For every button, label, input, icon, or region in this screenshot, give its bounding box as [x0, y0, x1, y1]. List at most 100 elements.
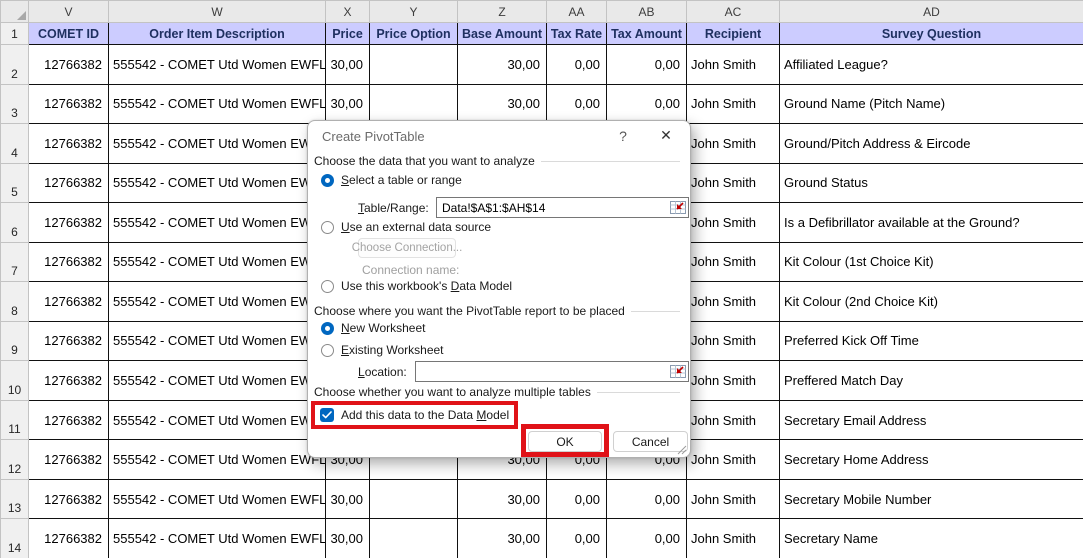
- cell-AC3[interactable]: John Smith: [687, 84, 780, 124]
- cell-X13[interactable]: 30,00: [326, 479, 370, 519]
- select-all-corner[interactable]: [1, 1, 29, 23]
- row-header-4[interactable]: 4: [1, 124, 29, 164]
- radio-selected-icon[interactable]: [321, 322, 334, 335]
- cell-AD9[interactable]: Preferred Kick Off Time: [780, 321, 1083, 361]
- cell-V6[interactable]: 12766382: [29, 203, 109, 243]
- cell-AB3[interactable]: 0,00: [607, 84, 687, 124]
- close-icon[interactable]: ✕: [656, 127, 676, 144]
- choose-connection-button[interactable]: Choose Connection...: [358, 238, 456, 258]
- row-header-3[interactable]: 3: [1, 84, 29, 124]
- cell-X3[interactable]: 30,00: [326, 84, 370, 124]
- row-header-9[interactable]: 9: [1, 321, 29, 361]
- cell-AC11[interactable]: John Smith: [687, 400, 780, 440]
- cell-Z13[interactable]: 30,00: [458, 479, 547, 519]
- table-range-input[interactable]: Data!$A$1:$AH$14: [436, 197, 689, 218]
- cell-AD10[interactable]: Preffered Match Day: [780, 361, 1083, 401]
- cell-W12[interactable]: 555542 - COMET Utd Women EWFL: [109, 440, 326, 480]
- cell-W4[interactable]: 555542 - COMET Utd Women EWFL: [109, 124, 326, 164]
- cell-AC6[interactable]: John Smith: [687, 203, 780, 243]
- cell-AC12[interactable]: John Smith: [687, 440, 780, 480]
- column-header-V[interactable]: V: [29, 1, 109, 23]
- column-header-AA[interactable]: AA: [547, 1, 607, 23]
- cell-Z14[interactable]: 30,00: [458, 519, 547, 558]
- column-header-Z[interactable]: Z: [458, 1, 547, 23]
- radio-selected-icon[interactable]: [321, 174, 334, 187]
- cell-W7[interactable]: 555542 - COMET Utd Women EWFL: [109, 242, 326, 282]
- cell-AC10[interactable]: John Smith: [687, 361, 780, 401]
- cell-AA2[interactable]: 0,00: [547, 45, 607, 85]
- cell-W5[interactable]: 555542 - COMET Utd Women EWFL: [109, 163, 326, 203]
- cell-V12[interactable]: 12766382: [29, 440, 109, 480]
- cell-AD13[interactable]: Secretary Mobile Number: [780, 479, 1083, 519]
- cell-V14[interactable]: 12766382: [29, 519, 109, 558]
- column-header-AB[interactable]: AB: [607, 1, 687, 23]
- cell-AD7[interactable]: Kit Colour (1st Choice Kit): [780, 242, 1083, 282]
- cell-AD6[interactable]: Is a Defibrillator available at the Grou…: [780, 203, 1083, 243]
- checkbox-checked-icon[interactable]: [320, 408, 334, 422]
- cell-AA13[interactable]: 0,00: [547, 479, 607, 519]
- column-header-X[interactable]: X: [326, 1, 370, 23]
- cell-AD5[interactable]: Ground Status: [780, 163, 1083, 203]
- radio-unselected-icon[interactable]: [321, 221, 334, 234]
- cell-Y13[interactable]: [370, 479, 458, 519]
- cell-V7[interactable]: 12766382: [29, 242, 109, 282]
- cell-V10[interactable]: 12766382: [29, 361, 109, 401]
- cell-AD12[interactable]: Secretary Home Address: [780, 440, 1083, 480]
- column-header-Y[interactable]: Y: [370, 1, 458, 23]
- cell-V5[interactable]: 12766382: [29, 163, 109, 203]
- cell-AC7[interactable]: John Smith: [687, 242, 780, 282]
- cell-AC5[interactable]: John Smith: [687, 163, 780, 203]
- cell-AB13[interactable]: 0,00: [607, 479, 687, 519]
- cell-AD2[interactable]: Affiliated League?: [780, 45, 1083, 85]
- field-header-AC[interactable]: Recipient: [687, 23, 780, 45]
- cell-W10[interactable]: 555542 - COMET Utd Women EWFL: [109, 361, 326, 401]
- cell-Y14[interactable]: [370, 519, 458, 558]
- help-icon[interactable]: ?: [614, 128, 632, 144]
- row-header-8[interactable]: 8: [1, 282, 29, 322]
- cell-Y3[interactable]: [370, 84, 458, 124]
- cell-Z2[interactable]: 30,00: [458, 45, 547, 85]
- cell-V9[interactable]: 12766382: [29, 321, 109, 361]
- cell-X2[interactable]: 30,00: [326, 45, 370, 85]
- cell-W6[interactable]: 555542 - COMET Utd Women EWFL: [109, 203, 326, 243]
- cell-V3[interactable]: 12766382: [29, 84, 109, 124]
- field-header-V[interactable]: COMET ID: [29, 23, 109, 45]
- row-header-11[interactable]: 11: [1, 400, 29, 440]
- location-input[interactable]: [415, 361, 689, 382]
- cell-AD3[interactable]: Ground Name (Pitch Name): [780, 84, 1083, 124]
- column-header-AD[interactable]: AD: [780, 1, 1083, 23]
- cell-W13[interactable]: 555542 - COMET Utd Women EWFL: [109, 479, 326, 519]
- dialog-resize-grip[interactable]: [676, 444, 687, 455]
- field-header-Z[interactable]: Base Amount: [458, 23, 547, 45]
- field-header-X[interactable]: Price: [326, 23, 370, 45]
- cell-W11[interactable]: 555542 - COMET Utd Women EWFL: [109, 400, 326, 440]
- cell-AB14[interactable]: 0,00: [607, 519, 687, 558]
- cell-X14[interactable]: 30,00: [326, 519, 370, 558]
- cell-Y2[interactable]: [370, 45, 458, 85]
- radio-new-worksheet[interactable]: New Worksheet: [321, 321, 425, 335]
- cell-W14[interactable]: 555542 - COMET Utd Women EWFL: [109, 519, 326, 558]
- cell-AD11[interactable]: Secretary Email Address: [780, 400, 1083, 440]
- ok-button[interactable]: OK: [528, 431, 602, 452]
- cell-AA3[interactable]: 0,00: [547, 84, 607, 124]
- checkbox-add-to-data-model[interactable]: Add this data to the Data Model: [320, 408, 509, 422]
- radio-existing-worksheet[interactable]: Existing Worksheet: [321, 343, 444, 357]
- field-header-Y[interactable]: Price Option: [370, 23, 458, 45]
- cell-AD14[interactable]: Secretary Name: [780, 519, 1083, 558]
- field-header-W[interactable]: Order Item Description: [109, 23, 326, 45]
- column-header-AC[interactable]: AC: [687, 1, 780, 23]
- row-header-1[interactable]: 1: [1, 23, 29, 45]
- cell-V4[interactable]: 12766382: [29, 124, 109, 164]
- cell-AC13[interactable]: John Smith: [687, 479, 780, 519]
- cell-AD8[interactable]: Kit Colour (2nd Choice Kit): [780, 282, 1083, 322]
- cell-AC4[interactable]: John Smith: [687, 124, 780, 164]
- radio-select-table-or-range[interactable]: Select a table or range: [321, 173, 462, 187]
- row-header-7[interactable]: 7: [1, 242, 29, 282]
- cell-AC9[interactable]: John Smith: [687, 321, 780, 361]
- cell-W9[interactable]: 555542 - COMET Utd Women EWFL: [109, 321, 326, 361]
- cell-V11[interactable]: 12766382: [29, 400, 109, 440]
- cell-AC8[interactable]: John Smith: [687, 282, 780, 322]
- cell-AA14[interactable]: 0,00: [547, 519, 607, 558]
- radio-unselected-icon[interactable]: [321, 280, 334, 293]
- cell-W8[interactable]: 555542 - COMET Utd Women EWFL: [109, 282, 326, 322]
